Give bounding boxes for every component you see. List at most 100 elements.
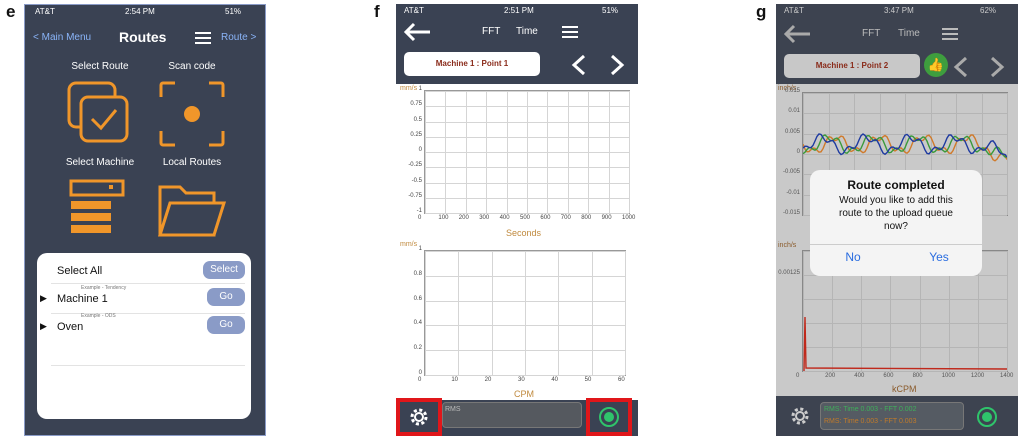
tile-local-routes[interactable]: Local Routes — [147, 157, 237, 247]
x-tick-label: 30 — [518, 377, 525, 383]
chart-x-title: kCPM — [892, 384, 917, 394]
x-tick-label: 0 — [796, 373, 800, 379]
y-tick-label: 1 — [418, 246, 422, 252]
grid-line-h — [425, 375, 625, 376]
list-divider — [51, 283, 245, 284]
y-tick-label: 0.8 — [413, 270, 422, 277]
rms-line-2: RMS: Time 0.003 - FFT 0.003 — [824, 418, 917, 425]
grid-line-h — [425, 213, 629, 214]
item-name: Machine 1 — [57, 293, 108, 305]
grid-line-v — [425, 91, 426, 213]
tile-select-machine[interactable]: Select Machine — [55, 157, 145, 247]
x-tick-label: 200 — [458, 215, 469, 221]
previous-point-icon[interactable] — [570, 54, 588, 76]
record-icon[interactable] — [976, 406, 998, 428]
grid-line-v — [525, 251, 526, 375]
status-bar: AT&T 3:47 PM 62% — [776, 4, 1018, 18]
expand-arrow-icon[interactable]: ▶ — [40, 321, 47, 332]
next-point-icon[interactable] — [988, 56, 1006, 78]
scan-code-icon — [159, 81, 225, 147]
grid-line-v — [608, 91, 610, 213]
grid-line-v — [547, 91, 549, 213]
grid-line-v — [588, 91, 590, 213]
rms-line-1: RMS: Time 0.003 - FFT 0.002 — [824, 406, 917, 413]
thumbs-up-icon[interactable]: 👍 — [924, 53, 948, 77]
x-tick-label: 300 — [479, 215, 490, 221]
chart-unit: mm/s — [400, 241, 418, 248]
y-tick-label: 0.2 — [413, 345, 422, 352]
menu-icon[interactable] — [195, 32, 211, 44]
point-selector[interactable]: Machine 1 : Point 2 — [784, 54, 920, 78]
grid-line-v — [445, 91, 447, 213]
select-button[interactable]: Select — [203, 261, 245, 279]
go-button[interactable]: Go — [207, 288, 245, 306]
x-tick-label: 400 — [499, 215, 510, 221]
expand-arrow-icon[interactable]: ▶ — [40, 293, 47, 304]
grid-line-v — [625, 251, 626, 375]
chart-x-title: Seconds — [506, 228, 542, 238]
list-divider — [51, 365, 245, 366]
menu-icon[interactable] — [562, 26, 578, 38]
waveform-trace — [803, 133, 1007, 158]
yes-button[interactable]: Yes — [896, 250, 982, 264]
gear-icon[interactable] — [788, 404, 812, 428]
x-tick-label: 600 — [883, 373, 894, 379]
route-completed-dialog: Route completed Would you like to add th… — [810, 170, 982, 276]
grid-line-v — [425, 251, 426, 375]
y-tick-label: -0.75 — [408, 192, 422, 199]
tab-time[interactable]: Time — [898, 28, 920, 39]
y-tick-label: -0.25 — [408, 162, 422, 169]
battery: 62% — [980, 6, 997, 15]
panel-label-g: g — [756, 2, 767, 21]
previous-point-icon[interactable] — [952, 56, 970, 78]
y-tick-label: 0.6 — [413, 295, 422, 302]
tile-label: Local Routes — [162, 157, 222, 168]
next-point-icon[interactable] — [608, 54, 626, 76]
y-tick-label: -0.015 — [782, 210, 800, 216]
back-main-menu-link[interactable]: < Main Menu — [33, 32, 91, 43]
back-arrow-icon[interactable] — [402, 22, 432, 42]
tile-label: Scan code — [168, 61, 216, 72]
go-button[interactable]: Go — [207, 316, 245, 334]
x-tick-label: 40 — [551, 377, 559, 383]
record-button-highlight[interactable] — [586, 398, 632, 436]
x-tick-label: 20 — [484, 377, 492, 383]
tab-fft[interactable]: FFT — [862, 28, 880, 39]
tile-select-route[interactable]: Select Route — [55, 61, 145, 151]
nav-bar: < Main Menu Routes Route > — [25, 19, 265, 53]
x-tick-label: 900 — [601, 215, 612, 221]
x-tick-label: 1000 — [622, 215, 636, 221]
x-tick-label: 0 — [418, 215, 422, 221]
route-forward-link[interactable]: Route > — [221, 32, 256, 43]
back-arrow-icon[interactable] — [782, 24, 812, 44]
point-selector[interactable]: Machine 1 : Point 1 — [404, 52, 540, 76]
menu-icon[interactable] — [942, 28, 958, 40]
select-all-label: Select All — [57, 265, 103, 277]
phone-screen-route-complete: AT&T 3:47 PM 62% FFT Time Machine 1 : Po… — [776, 4, 1018, 436]
list-item[interactable]: ▶ Example - Tendency Machine 1 Go — [37, 285, 251, 313]
grid-line-v — [567, 91, 569, 213]
tab-time[interactable]: Time — [516, 26, 538, 37]
dialog-title: Route completed — [847, 178, 945, 192]
gear-button-highlight[interactable] — [396, 398, 442, 436]
rms-readout: RMS: Time 0.003 - FFT 0.002 RMS: Time 0.… — [820, 402, 964, 430]
y-tick-label: -0.005 — [782, 169, 800, 176]
y-tick-label: 0.25 — [410, 131, 422, 138]
tab-fft[interactable]: FFT — [482, 26, 500, 37]
list-item[interactable]: ▶ Example - ODS Oven Go — [37, 313, 251, 341]
item-name: Oven — [57, 321, 84, 333]
x-tick-label: 1200 — [970, 373, 985, 379]
time-waveform-chart: mm/s Seconds 1 0.75 0.5 0.25 0 -0.25 -0.5 -0.75… — [396, 84, 638, 244]
x-tick-label: 10 — [451, 377, 459, 383]
y-tick-label: 0.75 — [410, 101, 422, 108]
y-tick-label: 0 — [418, 147, 422, 153]
tile-scan-code[interactable]: Scan code — [147, 61, 237, 151]
tile-label: Select Route — [71, 61, 129, 72]
battery: 51% — [602, 6, 619, 15]
no-button[interactable]: No — [810, 250, 896, 264]
gear-icon — [410, 408, 428, 426]
dialog-divider — [810, 244, 982, 245]
x-tick-label: 800 — [581, 215, 592, 221]
clock: 2:51 PM — [504, 6, 534, 15]
grid-line-v — [486, 91, 488, 213]
